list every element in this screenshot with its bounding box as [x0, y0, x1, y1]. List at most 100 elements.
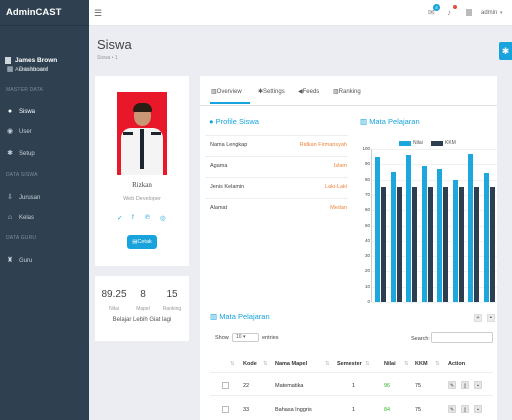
row-checkbox[interactable] — [222, 382, 229, 389]
sidebar-section-siswa: DATA SISWA — [6, 172, 38, 178]
breadcrumb[interactable]: Siswa • 1 — [97, 55, 118, 61]
bank-icon: ⌂ — [7, 214, 13, 221]
bar-nilai — [452, 179, 458, 302]
stat-nilai-value: 89.25 — [101, 289, 127, 300]
bar-kkm — [443, 187, 448, 302]
cell-nama-mapel: Bahasa Inggris — [275, 407, 312, 413]
sort-icon[interactable]: ⇅ — [325, 361, 330, 367]
bar-chart-icon: ▥ — [360, 117, 368, 126]
grid-line — [371, 149, 497, 150]
sidebar-item-dashboard[interactable]: ▦ Dashboard — [0, 64, 89, 76]
bar-nilai — [375, 156, 380, 302]
cetak-button[interactable]: ▤Cetak — [127, 235, 157, 249]
sidebar-item-jurusan[interactable]: ⇩ Jurusan — [0, 192, 89, 204]
sort-icon[interactable]: ⇅ — [435, 361, 440, 367]
bar-nilai — [406, 155, 411, 302]
stat-ranking-label: Ranking — [162, 306, 182, 312]
column-header[interactable]: Nilai — [384, 361, 396, 367]
column-header[interactable]: Semester — [337, 361, 362, 367]
bar-nilai — [437, 168, 442, 302]
sidebar-item-kelas[interactable]: ⌂ Kelas — [0, 212, 89, 224]
profile-siswa-title: ● Profile Siswa — [209, 117, 259, 126]
tab-feeds[interactable]: ◀Feeds — [298, 88, 319, 95]
profile-name: Rizkan — [132, 181, 152, 189]
chevron-down-icon[interactable]: ▾ — [500, 10, 503, 16]
bar-kkm — [412, 187, 417, 302]
active-tab-indicator — [210, 102, 250, 104]
edit-icon[interactable]: ✎ — [448, 381, 456, 389]
profile-row-label: Agama — [210, 163, 228, 169]
edit-icon[interactable]: ✎ — [448, 405, 456, 413]
users-icon: ◉ — [6, 128, 14, 135]
table-divider — [210, 372, 493, 373]
column-header[interactable]: KKM — [415, 361, 428, 367]
legend-label-nilai: Nilai — [413, 140, 423, 146]
alert-dot — [453, 5, 457, 9]
column-header[interactable]: Kode — [243, 361, 257, 367]
cell-semester: 1 — [352, 407, 356, 413]
grid-icon: ▦ — [6, 66, 14, 73]
bar-nilai — [421, 165, 427, 302]
cell-nilai: 96 — [384, 383, 391, 389]
bar-kkm — [396, 187, 402, 302]
profile-row-value: Ridkan Firmansyah — [299, 142, 347, 148]
sidebar-item-siswa[interactable]: ● Siswa — [0, 106, 89, 118]
twitter-icon[interactable]: ✓ — [117, 214, 122, 222]
sort-icon[interactable]: ⇅ — [263, 361, 268, 367]
y-tick-label: 30 — [364, 253, 370, 259]
bar-nilai — [390, 171, 396, 302]
delete-icon[interactable]: ▪ — [474, 405, 482, 413]
y-tick-label: 50 — [364, 222, 370, 228]
sidebar-item-setup[interactable]: ✱ Setup — [0, 148, 89, 160]
grid-line — [371, 302, 497, 303]
copy-icon[interactable]: ▯ — [461, 381, 469, 389]
delete-icon[interactable]: ▪ — [474, 381, 482, 389]
cell-nilai: 84 — [384, 407, 391, 413]
tab-ranking[interactable]: ▥Ranking — [333, 88, 361, 95]
trash-icon[interactable]: ▪ — [487, 314, 495, 322]
bell-icon[interactable]: ♪ — [447, 8, 451, 17]
bar-kkm — [427, 187, 433, 302]
show-label: Show — [215, 335, 229, 341]
legend-label-kkm: KKM — [445, 140, 456, 146]
bar-kkm — [458, 187, 464, 302]
sidebar-item-guru[interactable]: ♜ Guru — [0, 255, 89, 267]
search-input[interactable] — [431, 332, 493, 343]
sort-icon[interactable]: ⇅ — [365, 361, 370, 367]
cell-kkm: 75 — [415, 383, 422, 389]
row-divider — [205, 156, 348, 157]
profile-row-label: Alamat — [210, 205, 228, 211]
row-divider — [205, 198, 348, 199]
sidebar-item-user[interactable]: ◉ User — [0, 126, 89, 138]
column-header[interactable]: Action — [448, 361, 465, 367]
row-checkbox[interactable] — [222, 406, 229, 413]
profile-row-label: Jenis Kelamin — [210, 184, 245, 190]
settings-gear-button[interactable]: ✱ — [499, 42, 512, 60]
facebook-icon[interactable]: f — [132, 214, 134, 221]
column-header[interactable]: Nama Mapel — [275, 361, 307, 367]
sidebar-section-guru: DATA GURU — [6, 235, 37, 241]
menu-toggle-icon[interactable]: ☰ — [94, 8, 102, 19]
pinterest-icon[interactable]: ℗ — [145, 214, 150, 221]
sort-icon[interactable]: ⇅ — [230, 361, 235, 367]
admin-menu[interactable]: admin — [481, 10, 497, 16]
instagram-icon[interactable]: ◎ — [160, 214, 166, 222]
cell-kode: 22 — [243, 383, 250, 389]
tab-overview[interactable]: ▥Overview — [211, 88, 242, 95]
chart-title: ▥ Mata Pelajaran — [360, 117, 420, 126]
entries-select[interactable]: 10 ▾ — [232, 333, 259, 342]
add-icon[interactable]: + — [474, 314, 482, 322]
user-avatar-icon — [5, 57, 11, 64]
search-label: Search: — [411, 336, 430, 342]
page-title: Siswa — [97, 37, 132, 52]
cell-nama-mapel: Matematika — [275, 383, 304, 389]
y-tick-label: 90 — [364, 161, 370, 167]
profile-row-value: Medan — [330, 205, 347, 211]
bar-nilai — [468, 153, 473, 302]
tab-settings[interactable]: ✱Settings — [258, 88, 285, 95]
brand-logo[interactable]: AdminCAST — [0, 0, 89, 26]
sort-icon[interactable]: ⇅ — [404, 361, 409, 367]
copy-icon[interactable]: ▯ — [461, 405, 469, 413]
cell-kkm: 75 — [415, 407, 422, 413]
admin-avatar-icon[interactable] — [466, 9, 472, 16]
